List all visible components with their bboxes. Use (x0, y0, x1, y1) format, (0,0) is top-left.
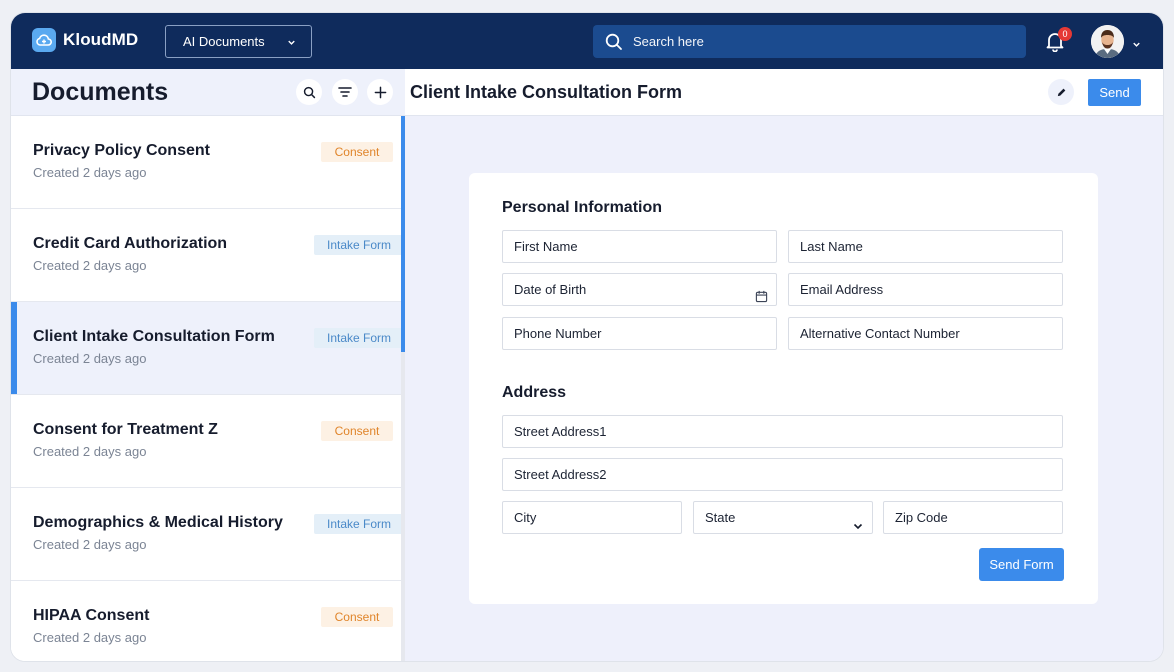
notification-badge: 0 (1058, 27, 1072, 41)
search-icon (303, 86, 315, 98)
avatar[interactable] (1091, 25, 1124, 58)
document-name: HIPAA Consent (33, 607, 150, 624)
document-date: Created 2 days ago (33, 165, 147, 180)
page-title: Documents (32, 78, 169, 106)
list-item[interactable]: Credit Card Authorization Created 2 days… (11, 209, 404, 302)
filter-button[interactable] (332, 79, 358, 105)
document-name: Consent for Treatment Z (33, 421, 218, 438)
category-badge: Consent (321, 607, 393, 627)
document-name: Demographics & Medical History (33, 514, 283, 531)
list-item[interactable]: Demographics & Medical History Created 2… (11, 488, 404, 581)
plus-icon (374, 86, 386, 98)
document-date: Created 2 days ago (33, 444, 147, 459)
logo[interactable]: KloudMD (32, 28, 138, 52)
document-name: Privacy Policy Consent (33, 142, 210, 159)
document-name: Credit Card Authorization (33, 235, 228, 252)
document-date: Created 2 days ago (33, 351, 147, 366)
document-name: Client Intake Consultation Form (33, 328, 275, 345)
zip-code-field[interactable]: Zip Code (883, 501, 1063, 534)
email-field[interactable]: Email Address (788, 273, 1063, 306)
pencil-icon (1057, 88, 1065, 96)
section-title: Personal Information (502, 199, 663, 216)
alt-phone-field[interactable]: Alternative Contact Number (788, 317, 1063, 350)
category-badge: Intake Form (314, 514, 404, 534)
list-item[interactable]: HIPAA Consent Created 2 days ago Consent (11, 581, 401, 661)
form-header: Client Intake Consultation Form Send (405, 69, 1163, 116)
last-name-field[interactable]: Last Name (788, 230, 1063, 263)
document-type-value: AI Documents (183, 34, 265, 49)
document-type-select[interactable]: AI Documents (165, 25, 312, 58)
chevron-down-icon (852, 512, 864, 543)
date-of-birth-label: Date of Birth (514, 282, 587, 297)
filter-icon (338, 87, 352, 97)
send-button[interactable]: Send (1088, 79, 1141, 106)
state-label: State (705, 510, 736, 525)
section-title: Address (502, 384, 567, 401)
search-input[interactable]: Search here (593, 25, 1026, 58)
category-badge: Consent (321, 421, 393, 441)
list-item[interactable]: Privacy Policy Consent Created 2 days ag… (11, 116, 401, 209)
top-bar: KloudMD AI Documents Search here 0 (11, 13, 1163, 69)
document-list: Privacy Policy Consent Created 2 days ag… (11, 116, 404, 661)
state-select[interactable]: State (693, 501, 873, 534)
chevron-down-icon (286, 36, 297, 51)
street-address2-field[interactable]: Street Address2 (502, 458, 1063, 491)
date-of-birth-field[interactable]: Date of Birth (502, 273, 777, 306)
chevron-down-icon[interactable] (1131, 37, 1142, 55)
document-date: Created 2 days ago (33, 630, 147, 645)
list-item[interactable]: Consent for Treatment Z Created 2 days a… (11, 395, 401, 488)
search-button[interactable] (296, 79, 322, 105)
category-badge: Intake Form (314, 235, 404, 255)
list-item-active[interactable]: Client Intake Consultation Form Created … (11, 302, 404, 395)
city-field[interactable]: City (502, 501, 682, 534)
form-panel: Client Intake Consultation Form Send Per… (405, 69, 1163, 661)
search-placeholder: Search here (633, 34, 704, 49)
search-icon (605, 33, 623, 51)
category-badge: Consent (321, 142, 393, 162)
form-card: Personal Information First Name Last Nam… (469, 173, 1098, 604)
street-address1-field[interactable]: Street Address1 (502, 415, 1063, 448)
cloud-logo-icon (32, 28, 56, 52)
document-date: Created 2 days ago (33, 258, 147, 273)
calendar-icon[interactable] (755, 283, 768, 314)
edit-button[interactable] (1048, 79, 1074, 105)
app-window: KloudMD AI Documents Search here 0 Docum… (11, 13, 1163, 661)
send-form-button[interactable]: Send Form (979, 548, 1064, 581)
documents-panel: Documents Privacy Policy Consent Created… (11, 69, 405, 661)
app-name: KloudMD (63, 30, 139, 49)
document-date: Created 2 days ago (33, 537, 147, 552)
documents-header: Documents (11, 69, 405, 116)
form-title: Client Intake Consultation Form (410, 82, 683, 102)
category-badge: Intake Form (314, 328, 404, 348)
first-name-field[interactable]: First Name (502, 230, 777, 263)
add-document-button[interactable] (367, 79, 393, 105)
phone-field[interactable]: Phone Number (502, 317, 777, 350)
